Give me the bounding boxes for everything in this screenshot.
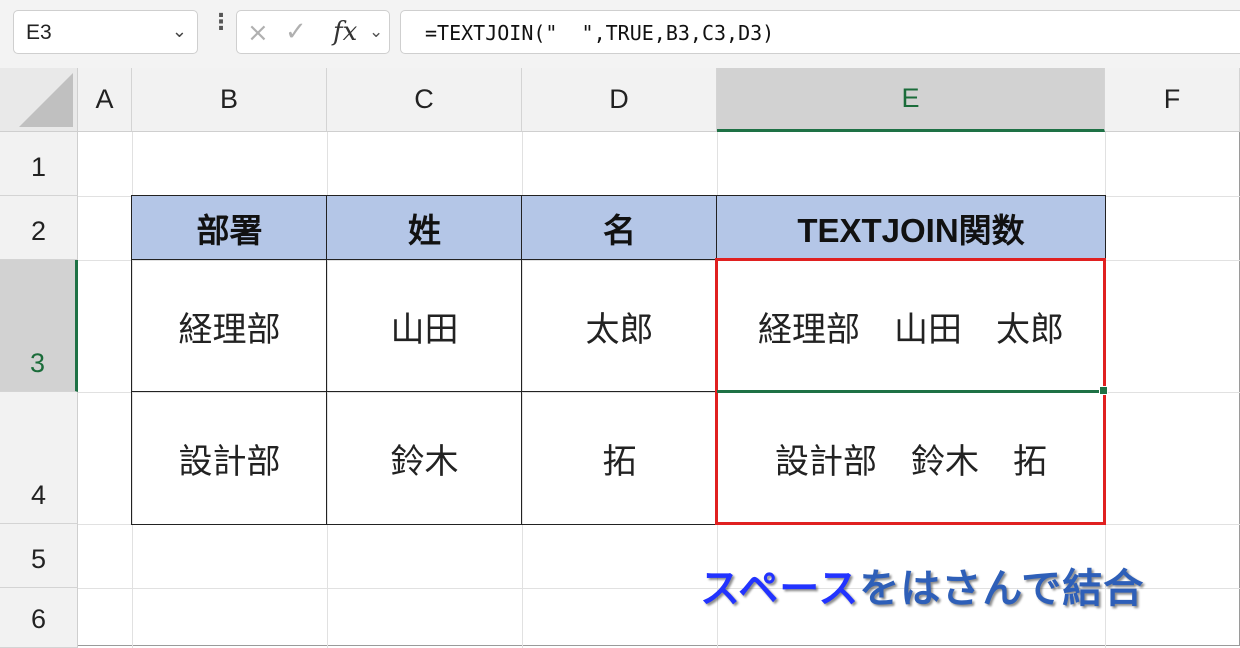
row-header-1[interactable]: 1 (0, 132, 78, 196)
active-cell-border (717, 390, 1102, 393)
chevron-down-icon[interactable]: ⌄ (369, 22, 383, 42)
header-cell-dept[interactable]: 部署 (132, 196, 327, 260)
insert-function-icon[interactable]: fx (333, 17, 357, 47)
row-header-4[interactable]: 4 (0, 392, 78, 524)
formula-bar: E3 ⌄ ⋮ × ✓ fx ⌄ =TEXTJOIN(" ",TRUE,B3,C3… (0, 0, 1240, 68)
column-header-c[interactable]: C (327, 68, 522, 132)
column-header-f[interactable]: F (1105, 68, 1240, 132)
cell-b3[interactable]: 経理部 (132, 260, 327, 392)
select-all-button[interactable] (0, 68, 78, 132)
formula-text: =TEXTJOIN(" ",TRUE,B3,C3,D3) (425, 21, 775, 45)
column-header-d[interactable]: D (522, 68, 717, 132)
formula-buttons: × ✓ fx ⌄ (236, 10, 390, 54)
name-box[interactable]: E3 ⌄ (13, 10, 198, 54)
table-border (521, 195, 522, 525)
formula-input[interactable]: =TEXTJOIN(" ",TRUE,B3,C3,D3) (400, 10, 1240, 54)
more-options-icon[interactable]: ⋮ (210, 12, 232, 34)
fill-handle[interactable] (1099, 386, 1108, 395)
cell-c3[interactable]: 山田 (327, 260, 522, 392)
cell-d4[interactable]: 拓 (522, 392, 717, 524)
header-cell-surname[interactable]: 姓 (327, 196, 522, 260)
header-cell-given-name[interactable]: 名 (522, 196, 717, 260)
chevron-down-icon[interactable]: ⌄ (172, 21, 187, 42)
column-header-a[interactable]: A (78, 68, 132, 132)
callout-part2: をはさんで結合 (859, 566, 1145, 612)
table-border (326, 195, 327, 525)
cell-c4[interactable]: 鈴木 (327, 392, 522, 524)
column-header-b[interactable]: B (132, 68, 327, 132)
row-header-3[interactable]: 3 (0, 260, 78, 392)
cell-d3[interactable]: 太郎 (522, 260, 717, 392)
select-all-icon (19, 73, 73, 127)
name-box-value: E3 (26, 21, 52, 44)
cell-b4[interactable]: 設計部 (132, 392, 327, 524)
row-header-2[interactable]: 2 (0, 196, 78, 260)
header-cell-textjoin[interactable]: TEXTJOIN関数 (717, 196, 1105, 260)
row-header-6[interactable]: 6 (0, 588, 78, 648)
column-header-e[interactable]: E (717, 68, 1105, 132)
cancel-icon[interactable]: × (247, 18, 269, 48)
row-header-5[interactable]: 5 (0, 524, 78, 588)
callout-part1: スペース (700, 566, 860, 612)
callout-text: スペースをはさんで結合 (700, 556, 1144, 614)
enter-icon[interactable]: ✓ (285, 17, 307, 47)
